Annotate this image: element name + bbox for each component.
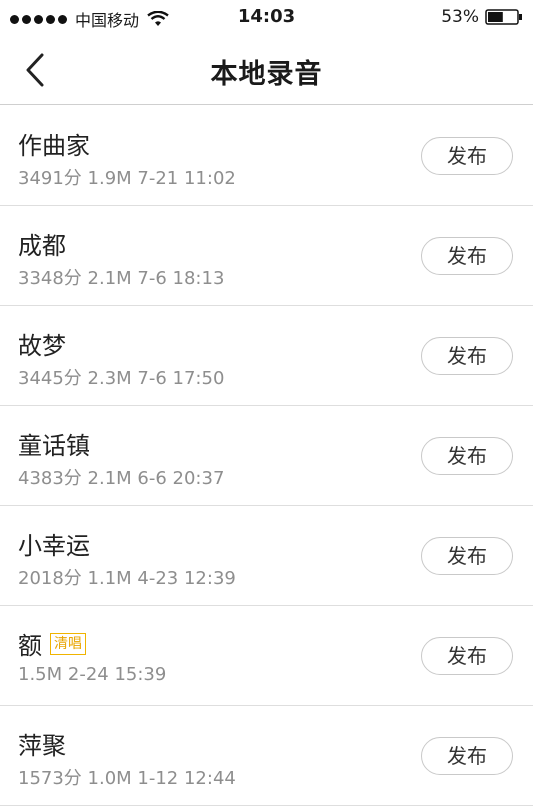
recording-meta: 1573分 1.0M 1-12 12:44 xyxy=(18,768,236,789)
recordings-list: 作曲家 3491分 1.9M 7-21 11:02 发布 成都 3348分 2.1M 7… xyxy=(0,106,533,806)
recording-row[interactable]: 作曲家 3491分 1.9M 7-21 11:02 发布 xyxy=(0,106,533,206)
publish-button[interactable]: 发布 xyxy=(421,637,513,675)
publish-button[interactable]: 发布 xyxy=(421,437,513,475)
recording-row[interactable]: 额清唱 1.5M 2-24 15:39 发布 xyxy=(0,606,533,706)
recording-title: 成都 xyxy=(18,232,66,260)
recording-title: 作曲家 xyxy=(18,132,90,160)
recording-title: 萍聚 xyxy=(18,732,66,760)
recording-row[interactable]: 故梦 3445分 2.3M 7-6 17:50 发布 xyxy=(0,306,533,406)
recording-row[interactable]: 萍聚 1573分 1.0M 1-12 12:44 发布 xyxy=(0,706,533,806)
recording-meta: 2018分 1.1M 4-23 12:39 xyxy=(18,568,236,589)
recording-title: 额 xyxy=(18,632,42,660)
recording-meta: 1.5M 2-24 15:39 xyxy=(18,664,167,685)
status-bar: 中国移动 14:03 53% xyxy=(0,0,533,36)
recording-row[interactable]: 成都 3348分 2.1M 7-6 18:13 发布 xyxy=(0,206,533,306)
recording-row[interactable]: 童话镇 4383分 2.1M 6-6 20:37 发布 xyxy=(0,406,533,506)
publish-button[interactable]: 发布 xyxy=(421,537,513,575)
recording-name-row: 成都 xyxy=(18,226,66,261)
recording-name-row: 故梦 xyxy=(18,326,66,361)
recording-meta: 3445分 2.3M 7-6 17:50 xyxy=(18,368,225,389)
recording-row[interactable]: 小幸运 2018分 1.1M 4-23 12:39 发布 xyxy=(0,506,533,606)
nav-bar: 本地录音 xyxy=(0,36,533,105)
recording-meta: 4383分 2.1M 6-6 20:37 xyxy=(18,468,225,489)
recording-name-row: 作曲家 xyxy=(18,126,90,161)
recording-name-row: 小幸运 xyxy=(18,526,90,561)
recording-name-row: 童话镇 xyxy=(18,426,90,461)
battery-icon xyxy=(485,9,522,25)
recording-meta: 3348分 2.1M 7-6 18:13 xyxy=(18,268,225,289)
recording-title: 小幸运 xyxy=(18,532,90,560)
recording-name-row: 萍聚 xyxy=(18,726,66,761)
recording-name-row: 额清唱 xyxy=(18,626,86,661)
recording-title: 童话镇 xyxy=(18,432,90,460)
publish-button[interactable]: 发布 xyxy=(421,337,513,375)
publish-button[interactable]: 发布 xyxy=(421,237,513,275)
publish-button[interactable]: 发布 xyxy=(421,737,513,775)
recording-meta: 3491分 1.9M 7-21 11:02 xyxy=(18,168,236,189)
recording-title: 故梦 xyxy=(18,332,66,360)
battery-percent: 53% xyxy=(441,7,479,27)
acapella-tag: 清唱 xyxy=(50,632,86,655)
page-title: 本地录音 xyxy=(210,59,323,90)
status-right: 53% xyxy=(441,7,523,27)
publish-button[interactable]: 发布 xyxy=(421,137,513,175)
